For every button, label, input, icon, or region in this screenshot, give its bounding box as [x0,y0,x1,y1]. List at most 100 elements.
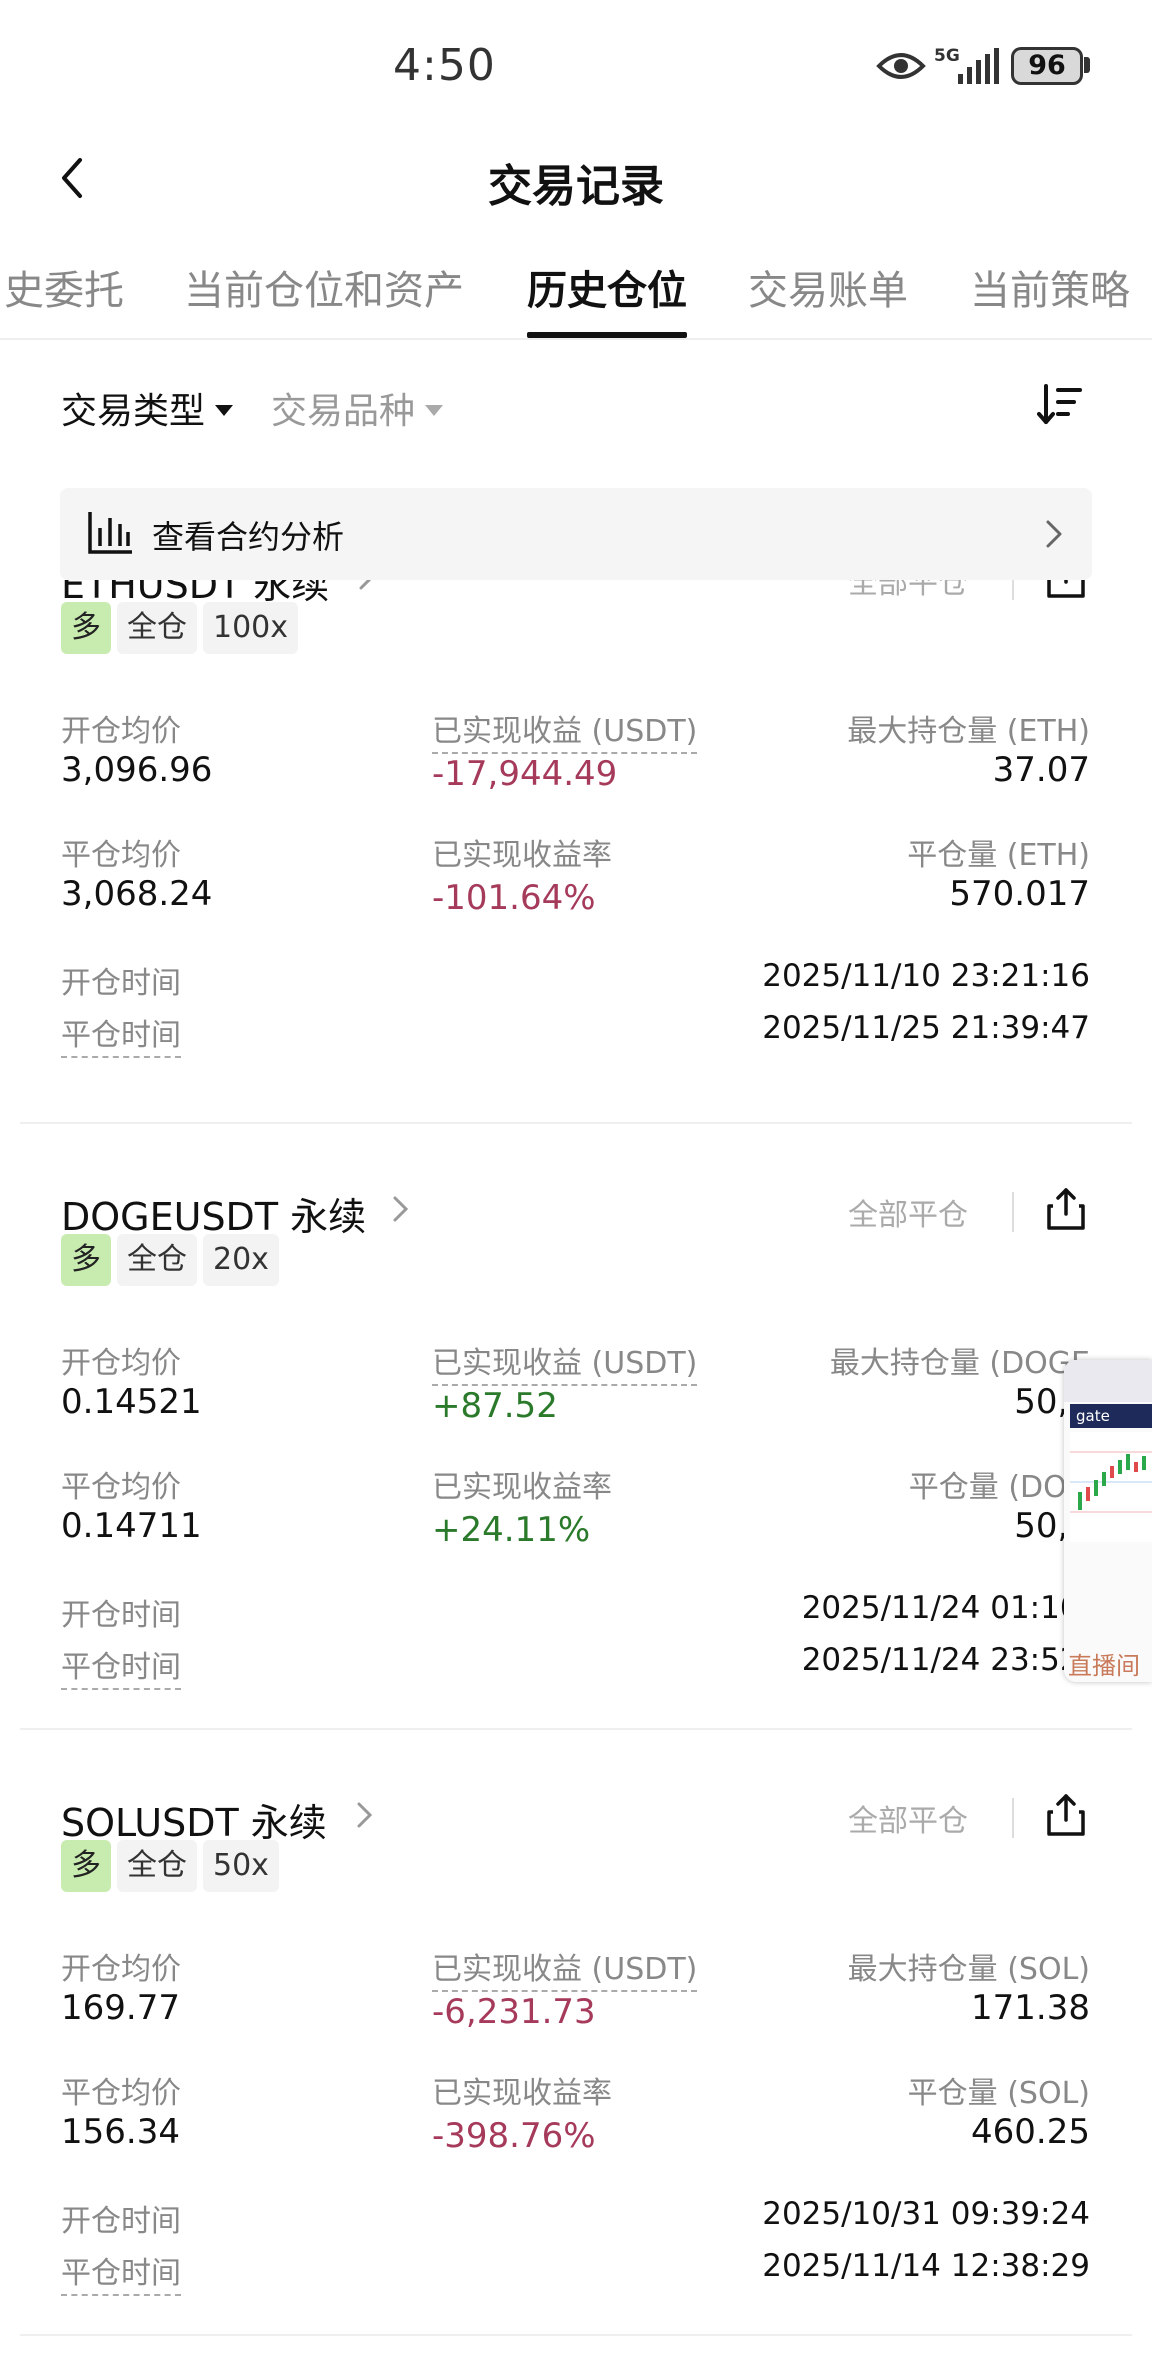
share-icon[interactable] [1045,1186,1087,1232]
max-position-label: 最大持仓量 (DOGE [829,1346,1090,1381]
position-badges: 多全仓 100x [61,602,304,654]
floating-live-window[interactable]: gate 直播间 [1064,1360,1152,1682]
floating-window-caption: 直播间 [1068,1652,1140,1680]
bar-chart-icon [88,512,132,554]
floating-window-brand: gate [1070,1404,1152,1428]
realized-pnl-rate-label: 已实现收益率 [432,838,612,873]
divider [1012,1798,1014,1838]
close-time-label[interactable]: 平仓时间 [61,1010,181,1058]
realized-pnl-rate-label: 已实现收益率 [432,1470,612,1505]
battery-icon: 96 [1011,47,1083,85]
status-bar: 4:50 5G 96 [0,0,1152,130]
active-tab-indicator [527,332,687,338]
trade-type-label: 交易类型 [61,391,206,432]
trade-type-filter[interactable]: 交易类型 [61,382,234,434]
chevron-right-icon [1046,520,1062,548]
realized-pnl-label[interactable]: 已实现收益 (USDT) [432,1944,698,1992]
open-time-value: 2025/10/31 09:39:24 [762,2196,1090,2232]
close-time-label[interactable]: 平仓时间 [61,2248,181,2296]
side-badge: 多 [61,602,111,654]
open-time-label: 开仓时间 [61,2204,181,2239]
tab-bar: 史委托 当前仓位和资产 历史仓位 交易账单 当前策略 [0,240,1152,340]
open-time-label: 开仓时间 [61,1598,181,1633]
open-avg-label: 开仓均价 [61,1952,181,1987]
position-badges: 多全仓 20x [61,1234,285,1286]
open-avg-value: 0.14521 [61,1382,202,1422]
side-badge: 多 [61,1234,111,1286]
close-avg-value: 156.34 [61,2112,180,2152]
close-all-button[interactable]: 全部平仓 [848,1190,968,1234]
close-qty-label: 平仓量 (SOL) [907,2076,1090,2111]
contract-analysis-label: 查看合约分析 [152,518,345,556]
position-badges: 多全仓 50x [61,1840,285,1892]
close-qty-label: 平仓量 (ETH) [907,838,1090,873]
realized-pnl-rate-label: 已实现收益率 [432,2076,612,2111]
close-avg-value: 3,068.24 [61,874,213,914]
max-position-value: 171.38 [971,1988,1090,2028]
max-position-label: 最大持仓量 (SOL) [847,1952,1090,1987]
contract-analysis-link[interactable]: 查看合约分析 [60,488,1092,580]
sort-icon[interactable] [1036,380,1084,428]
close-all-button[interactable]: 全部平仓 [848,580,968,602]
open-avg-label: 开仓均价 [61,1346,181,1381]
caret-down-icon [425,404,444,416]
page-header: 交易记录 [0,130,1152,230]
realized-pnl-label[interactable]: 已实现收益 (USDT) [432,1338,698,1386]
tab-current-strategy[interactable]: 当前策略 [970,258,1130,316]
tab-history-positions[interactable]: 历史仓位 [527,258,687,316]
realized-pnl-rate-value: -398.76% [432,2116,596,2156]
signal-icon [958,48,999,84]
open-avg-value: 169.77 [61,1988,180,2028]
mini-candlestick-chart [1070,1432,1152,1542]
share-icon[interactable] [1045,580,1087,600]
divider [1012,1192,1014,1232]
position-symbol[interactable]: DOGEUSDT 永续 [61,1186,366,1241]
open-time-value: 2025/11/10 23:21:16 [762,958,1090,994]
close-time-value: 2025/11/14 12:38:29 [762,2248,1090,2284]
close-qty-label: 平仓量 (DOG [908,1470,1090,1505]
eye-icon [876,53,926,79]
realized-pnl-rate-value: -101.64% [432,878,596,918]
share-icon[interactable] [1045,1792,1087,1838]
battery-tip [1084,57,1090,73]
tab-trade-bills[interactable]: 交易账单 [748,258,908,316]
leverage-badge: 20x [203,1234,279,1286]
status-time: 4:50 [393,40,496,91]
trade-symbol-filter[interactable]: 交易品种 [271,382,444,434]
margin-badge: 全仓 [117,602,197,654]
close-time-label[interactable]: 平仓时间 [61,1642,181,1690]
realized-pnl-rate-value: +24.11% [432,1510,591,1550]
open-time-value: 2025/11/24 01:10: [801,1590,1090,1626]
tab-current-positions[interactable]: 当前仓位和资产 [184,258,464,316]
realized-pnl-value: -17,944.49 [432,754,618,794]
page-title: 交易记录 [488,161,664,212]
card-separator [20,2334,1132,2336]
close-time-value: 2025/11/25 21:39:47 [762,1010,1090,1046]
realized-pnl-value: -6,231.73 [432,1992,596,2032]
chevron-right-icon[interactable] [392,1194,410,1224]
floating-window-topbar [1064,1360,1152,1402]
close-time-value: 2025/11/24 23:52: [801,1642,1090,1678]
chevron-right-icon[interactable] [358,580,376,592]
caret-down-icon [215,404,234,416]
close-avg-label: 平仓均价 [61,838,181,873]
close-all-button[interactable]: 全部平仓 [848,1796,968,1840]
open-avg-value: 3,096.96 [61,750,213,790]
realized-pnl-label[interactable]: 已实现收益 (USDT) [432,706,698,754]
close-qty-value: 570.017 [949,874,1090,914]
leverage-badge: 100x [203,602,299,654]
max-position-label: 最大持仓量 (ETH) [847,714,1090,749]
position-card: ETHUSDT 永续 全部平仓 多全仓 100x 开仓均价 3,096.96 已实… [0,580,1152,1124]
margin-badge: 全仓 [117,1234,197,1286]
trade-symbol-label: 交易品种 [271,391,416,432]
max-position-value: 37.07 [992,750,1090,790]
close-qty-value: 460.25 [971,2112,1090,2152]
position-card: SOLUSDT 永续 全部平仓 多全仓 50x 开仓均价 169.77 已实现收益… [0,1730,1152,2336]
open-time-label: 开仓时间 [61,966,181,1001]
filter-bar: 交易类型 交易品种 [0,360,1152,450]
network-type: 5G [934,46,960,66]
chevron-right-icon[interactable] [356,1800,374,1830]
tab-history-orders[interactable]: 史委托 [4,258,124,316]
margin-badge: 全仓 [117,1840,197,1892]
position-symbol[interactable]: SOLUSDT 永续 [61,1792,327,1847]
